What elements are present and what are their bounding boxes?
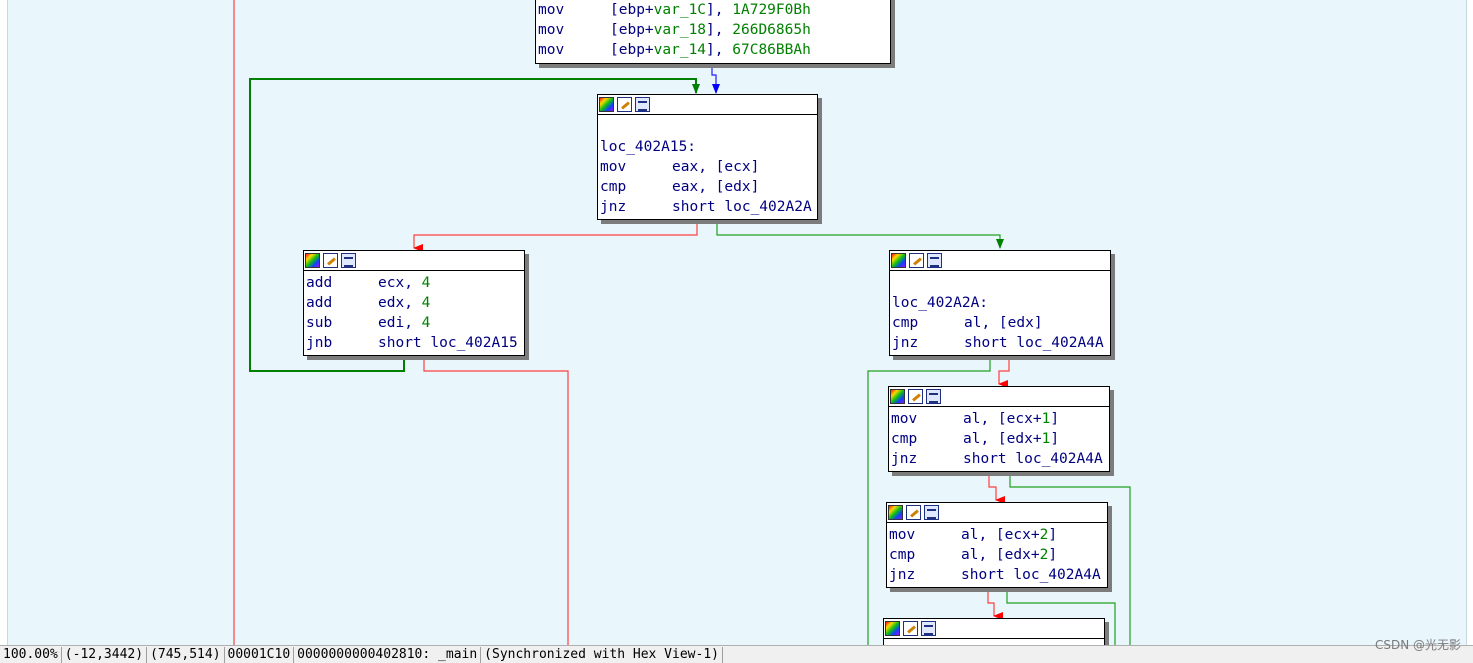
graph-view-icon[interactable] bbox=[926, 389, 941, 404]
sync-status: (Synchronized with Hex View-1) bbox=[481, 646, 723, 663]
instruction-line[interactable]: sub edi, 4 bbox=[306, 313, 524, 333]
edge-loop-to-add bbox=[413, 220, 698, 252]
instruction-line[interactable]: cmp al, [edx] bbox=[892, 313, 1110, 333]
instruction-line[interactable]: add ecx, 4 bbox=[306, 273, 524, 293]
edge-top-to-loop bbox=[711, 64, 720, 94]
block-label[interactable]: loc_402A15: bbox=[600, 137, 817, 157]
code-block-cmp2[interactable]: mov al, [ecx+2] cmp al, [edx+2] jnz short l… bbox=[886, 502, 1108, 588]
graph-view-icon[interactable] bbox=[341, 253, 356, 268]
instruction-line[interactable]: jnz short loc_402A4A bbox=[892, 333, 1110, 353]
edit-pencil-icon[interactable] bbox=[908, 389, 923, 404]
color-palette-icon[interactable] bbox=[888, 505, 903, 520]
edit-pencil-icon[interactable] bbox=[903, 621, 918, 636]
edit-pencil-icon[interactable] bbox=[323, 253, 338, 268]
edit-pencil-icon[interactable] bbox=[617, 97, 632, 112]
block-body: mov [ebp+var_1C], 1A729F0Bh mov [ebp+var_1… bbox=[536, 0, 890, 62]
block-body: loc_402A2A: cmp al, [edx] jnz short loc_40… bbox=[890, 271, 1110, 355]
edge-add-exit bbox=[423, 356, 569, 645]
block-header bbox=[884, 619, 1104, 639]
block-header bbox=[890, 251, 1110, 271]
edge-cmp1-to-cmp2 bbox=[988, 472, 1005, 504]
block-header bbox=[598, 95, 817, 115]
edit-pencil-icon[interactable] bbox=[909, 253, 924, 268]
code-block-top[interactable]: mov [ebp+var_1C], 1A729F0Bh mov [ebp+var_1… bbox=[535, 0, 891, 64]
edit-pencil-icon[interactable] bbox=[906, 505, 921, 520]
graph-view-icon[interactable] bbox=[927, 253, 942, 268]
mouse-coordinates: (745,514) bbox=[147, 646, 225, 663]
status-bar: 100.00% (-12,3442) (745,514) 00001C10 00… bbox=[0, 645, 1473, 663]
instruction-line[interactable]: add edx, 4 bbox=[306, 293, 524, 313]
watermark: CSDN @光无影 bbox=[1374, 638, 1461, 652]
instruction-line[interactable]: jnb short loc_402A15 bbox=[306, 333, 524, 353]
color-palette-icon[interactable] bbox=[599, 97, 614, 112]
code-block-cmp1[interactable]: mov al, [ecx+1] cmp al, [edx+1] jnz short l… bbox=[888, 386, 1110, 472]
block-header bbox=[304, 251, 524, 271]
instruction-line[interactable]: mov [ebp+var_14], 67C86BBAh bbox=[538, 40, 890, 60]
block-body: mov al, [ecx+1] cmp al, [edx+1] jnz short l… bbox=[889, 407, 1109, 471]
current-address: 0000000000402810: _main bbox=[294, 646, 482, 663]
instruction-line[interactable]: jnz short loc_402A4A bbox=[891, 449, 1109, 469]
instruction-line[interactable]: jnz short loc_402A2A bbox=[600, 197, 817, 217]
graph-view-icon[interactable] bbox=[924, 505, 939, 520]
instruction-line[interactable]: mov [ebp+var_1C], 1A729F0Bh bbox=[538, 0, 890, 20]
code-block-loc-402a15[interactable]: loc_402A15: mov eax, [ecx] cmp eax, [edx] … bbox=[597, 94, 818, 220]
code-block-loc-402a2a[interactable]: loc_402A2A: cmp al, [edx] jnz short loc_40… bbox=[889, 250, 1111, 356]
edge-cmp0-to-cmp1 bbox=[998, 356, 1010, 388]
block-body: mov al, [ecx+2] cmp al, [edx+2] jnz short l… bbox=[887, 523, 1107, 587]
instruction-line[interactable]: cmp al, [edx+2] bbox=[889, 545, 1107, 565]
block-body: add ecx, 4 add edx, 4 sub edi, 4 jnb short l… bbox=[304, 271, 524, 355]
instruction-line[interactable]: mov al, [ecx+2] bbox=[889, 525, 1107, 545]
instruction-line[interactable]: mov [ebp+var_18], 266D6865h bbox=[538, 20, 890, 40]
graph-coordinates: (-12,3442) bbox=[62, 646, 148, 663]
instruction-line[interactable]: jnz short loc_402A4A bbox=[889, 565, 1107, 585]
file-offset: 00001C10 bbox=[225, 646, 295, 663]
zoom-level: 100.00% bbox=[0, 646, 62, 663]
color-palette-icon[interactable] bbox=[305, 253, 320, 268]
color-palette-icon[interactable] bbox=[890, 389, 905, 404]
edge-loop-to-cmp0 bbox=[716, 220, 1004, 249]
graph-view-icon[interactable] bbox=[921, 621, 936, 636]
code-block-next[interactable] bbox=[883, 618, 1105, 645]
instruction-line[interactable]: cmp eax, [edx] bbox=[600, 177, 817, 197]
block-body: loc_402A15: mov eax, [ecx] cmp eax, [edx] … bbox=[598, 115, 817, 219]
block-label[interactable]: loc_402A2A: bbox=[892, 293, 1110, 313]
block-header bbox=[887, 503, 1107, 523]
color-palette-icon[interactable] bbox=[891, 253, 906, 268]
instruction-line[interactable]: cmp al, [edx+1] bbox=[891, 429, 1109, 449]
color-palette-icon[interactable] bbox=[885, 621, 900, 636]
code-block-add[interactable]: add ecx, 4 add edx, 4 sub edi, 4 jnb short l… bbox=[303, 250, 525, 356]
graph-view[interactable]: mov [ebp+var_1C], 1A729F0Bh mov [ebp+var_1… bbox=[0, 0, 1473, 645]
graph-view-icon[interactable] bbox=[635, 97, 650, 112]
instruction-line[interactable]: mov al, [ecx+1] bbox=[891, 409, 1109, 429]
instruction-line[interactable]: mov eax, [ecx] bbox=[600, 157, 817, 177]
block-header bbox=[889, 387, 1109, 407]
edge-cmp2-to-next bbox=[987, 588, 1003, 620]
